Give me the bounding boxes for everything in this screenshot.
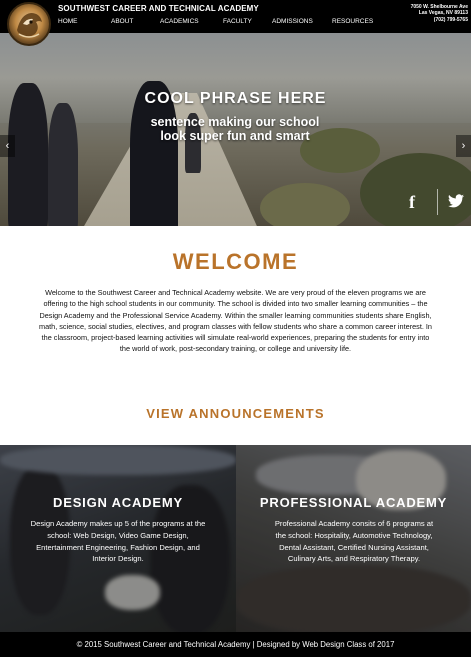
hero-student [48,103,78,226]
welcome-heading: WELCOME [172,249,299,274]
facebook-icon[interactable]: f [409,192,415,213]
footer-copyright: © 2015 Southwest Career and Technical Ac… [76,640,395,649]
site-header: SOUTHWEST CAREER AND TECHNICAL ACADEMY H… [0,0,471,33]
hero-subtitle: sentence making our school look super fu… [150,115,320,143]
welcome-paragraph: Welcome to the Southwest Career and Tech… [39,288,432,354]
hero-title: COOL PHRASE HERE [144,90,327,107]
carousel-prev-button[interactable]: ‹ [0,135,15,157]
site-footer: © 2015 Southwest Career and Technical Ac… [0,632,471,657]
nav-admissions[interactable]: ADMISSIONS [272,18,313,25]
twitter-icon[interactable] [448,194,464,213]
design-academy-title: DESIGN ACADEMY [53,495,183,510]
hero-banner: COOL PHRASE HERE sentence making our sch… [0,33,471,226]
professional-academy-description: Professional Academy consits of 6 progra… [274,519,434,564]
hero-shrub [260,183,350,226]
nav-academics[interactable]: ACADEMICS [160,18,199,25]
school-name: SOUTHWEST CAREER AND TECHNICAL ACADEMY [58,4,259,13]
nav-about[interactable]: ABOUT [111,18,133,25]
mascot-icon [17,13,42,38]
hero-shrub [360,153,471,226]
carousel-next-button[interactable]: › [456,135,471,157]
design-academy-description: Design Academy makes up 5 of the program… [30,519,206,564]
nav-home[interactable]: HOME [58,18,78,25]
professional-academy-panel[interactable]: PROFESSIONAL ACADEMY Professional Academ… [236,445,471,632]
contact-address: 7050 W. Shelbourne Ave Las Vegas, NV 891… [411,4,468,23]
phone-number: (702) 799-5765 [433,16,468,23]
design-academy-panel[interactable]: DESIGN ACADEMY Design Academy makes up 5… [0,445,236,632]
social-divider [437,189,438,215]
view-announcements-link[interactable]: VIEW ANNOUNCEMENTS [0,406,471,421]
nav-resources[interactable]: RESOURCES [332,18,373,25]
school-logo[interactable] [7,2,51,46]
address-city: Las Vegas, NV 89113 [418,10,468,17]
nav-faculty[interactable]: FACULTY [223,18,252,25]
professional-academy-title: PROFESSIONAL ACADEMY [259,495,448,510]
